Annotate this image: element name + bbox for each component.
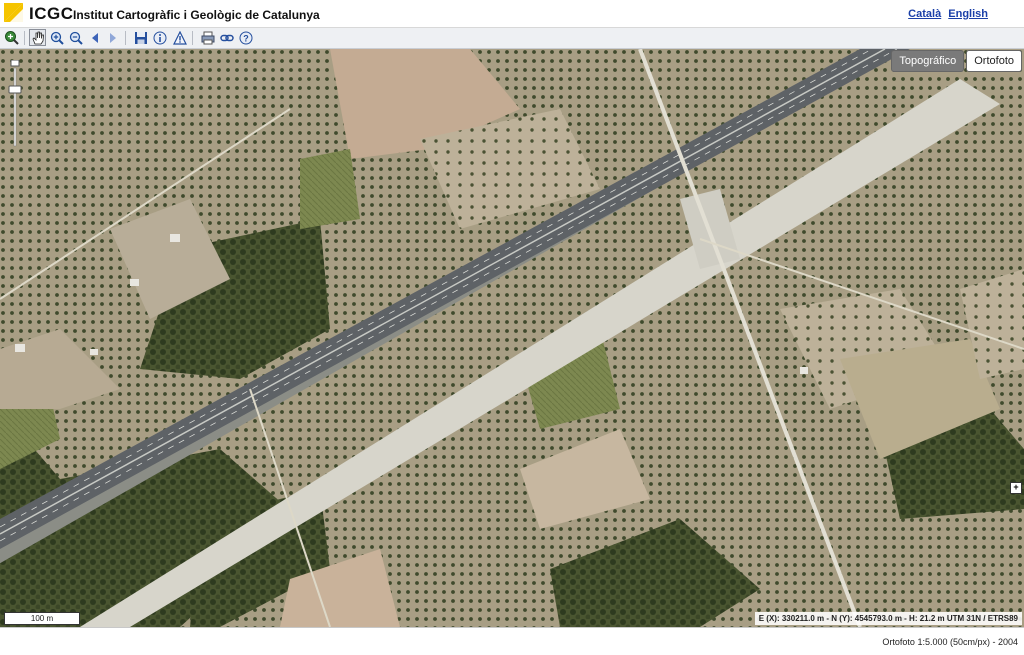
orthophoto-map[interactable]: Topográfico Ortofoto + 100 m E (X): 3302… — [0, 49, 1024, 627]
crs-label: UTM 31N / ETRS89 — [946, 614, 1018, 623]
zoom-out-button[interactable] — [67, 29, 84, 46]
link-button[interactable] — [218, 29, 235, 46]
aerial-imagery — [0, 49, 1024, 627]
help-button[interactable]: ? — [237, 29, 254, 46]
info-button[interactable] — [151, 29, 168, 46]
info-icon — [153, 31, 166, 44]
zoom-in-button[interactable] — [48, 29, 65, 46]
save-icon — [134, 31, 147, 44]
ortofoto-layer-button[interactable]: Ortofoto — [966, 50, 1022, 72]
zoom-slider[interactable] — [7, 60, 23, 150]
scale-bar: 100 m — [4, 612, 80, 625]
svg-text:?: ? — [243, 33, 249, 43]
pan-button[interactable] — [29, 29, 46, 46]
coordinate-values: E (X): 330211.0 m - N (Y): 4545793.0 m -… — [758, 614, 945, 623]
map-toolbar: ? — [0, 28, 1024, 49]
back-arrow-icon — [91, 32, 98, 43]
lang-catala-link[interactable]: Català — [908, 8, 941, 20]
print-button[interactable] — [199, 29, 216, 46]
forward-arrow-icon — [109, 32, 116, 43]
warning-icon — [172, 30, 187, 45]
icgc-logo-icon — [4, 3, 23, 22]
help-icon: ? — [239, 31, 252, 44]
zoom-out-icon — [69, 31, 83, 45]
layer-switcher: Topográfico Ortofoto — [891, 50, 1022, 72]
warning-button[interactable] — [171, 29, 188, 46]
print-icon — [201, 31, 214, 44]
language-switcher: Català English — [904, 8, 988, 20]
zoom-in-icon — [50, 31, 64, 45]
logo-text: ICGC — [29, 4, 74, 23]
coordinate-readout: E (X): 330211.0 m - N (Y): 4545793.0 m -… — [754, 612, 1022, 625]
status-bar: Ortofoto 1:5.000 (50cm/px) - 2004 — [0, 627, 1024, 655]
next-view-button[interactable] — [104, 29, 121, 46]
organization-name: Institut Cartogràfic i Geològic de Catal… — [73, 8, 320, 22]
plus-icon[interactable]: + — [1010, 482, 1022, 494]
hand-pan-icon — [32, 31, 44, 44]
status-text: Ortofoto 1:5.000 (50cm/px) - 2004 — [882, 637, 1018, 647]
previous-view-button[interactable] — [86, 29, 103, 46]
app-header: ICGC Institut Cartogràfic i Geològic de … — [0, 0, 1024, 28]
lang-english-link[interactable]: English — [948, 8, 988, 20]
zoom-extent-button[interactable] — [3, 29, 20, 46]
zoom-extent-icon — [5, 31, 19, 45]
link-icon — [219, 34, 234, 41]
save-button[interactable] — [132, 29, 149, 46]
topografico-layer-button[interactable]: Topográfico — [891, 50, 965, 72]
